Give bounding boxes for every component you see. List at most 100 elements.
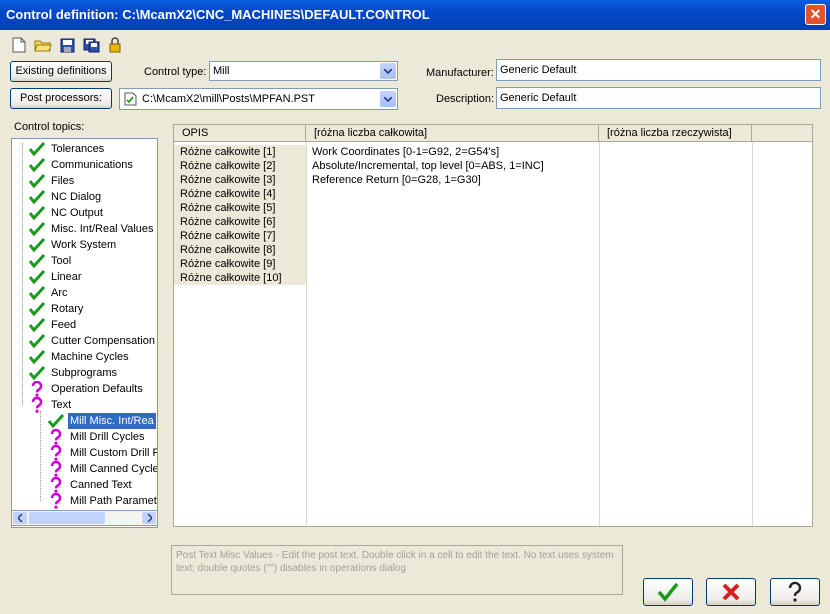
question-icon (48, 428, 64, 445)
tree-item-label: NC Dialog (51, 191, 102, 203)
save-as-icon[interactable] (82, 36, 100, 54)
question-icon (48, 476, 64, 493)
grid-header-description[interactable]: OPIS (174, 125, 306, 142)
grid-header-integer[interactable]: [różna liczba całkowita] (306, 125, 599, 142)
tree-connector (22, 143, 23, 405)
control-type-value: Mill (213, 65, 230, 77)
tree-item-label: Subprograms (51, 367, 118, 379)
control-topics-tree[interactable]: Tolerances Communications Files NC Dialog NC… (11, 138, 158, 528)
check-icon (28, 189, 46, 205)
post-path-value: C:\McamX2\mill\Posts\MPFAN.PST (142, 93, 315, 105)
help-button[interactable] (770, 578, 820, 606)
checkmark-icon (657, 582, 679, 602)
description-field[interactable]: Generic Default (496, 87, 821, 109)
control-topics-label: Control topics: (14, 121, 85, 133)
window-title: Control definition: C:\McamX2\CNC_MACHIN… (6, 7, 430, 22)
post-processors-button[interactable]: Post processors: (10, 88, 112, 109)
check-icon (28, 269, 46, 285)
scroll-thumb[interactable] (29, 512, 105, 524)
grid-row-label[interactable]: Różne całkowite [9] (174, 257, 306, 271)
check-icon (28, 301, 46, 317)
tree-item-label: Canned Text (70, 479, 132, 491)
grid-cell[interactable]: Reference Return [0=G28, 1=G30] (312, 173, 481, 187)
check-icon (28, 173, 46, 189)
check-icon (28, 285, 46, 301)
tree-item-label: Communications (51, 159, 133, 171)
title-bar: Control definition: C:\McamX2\CNC_MACHIN… (0, 0, 830, 30)
check-icon (28, 365, 46, 381)
tree-item-label: Mill Canned Cycle (70, 463, 158, 475)
grid-row-label[interactable]: Różne całkowite [1] (174, 145, 306, 159)
question-icon (48, 444, 64, 461)
document-check-icon (124, 92, 137, 113)
tree-item-label: Work System (51, 239, 117, 251)
check-icon (28, 237, 46, 253)
grid-row-label[interactable]: Różne całkowite [10] (174, 271, 306, 285)
check-icon (28, 349, 46, 365)
check-icon (28, 317, 46, 333)
grid-header-empty (752, 125, 812, 142)
chevron-right-icon (146, 514, 152, 522)
tree-item-label: Linear (51, 271, 82, 283)
chevron-left-icon (17, 514, 23, 522)
question-icon (788, 581, 802, 602)
grid-divider (752, 142, 753, 526)
grid-cell[interactable]: Absolute/Incremental, top level [0=ABS, … (312, 159, 544, 173)
scroll-right-button[interactable] (142, 512, 156, 524)
tree-horizontal-scrollbar[interactable] (11, 510, 158, 526)
chevron-down-icon[interactable] (380, 91, 396, 107)
tree-item-label: Text (51, 399, 72, 411)
grid-divider (599, 142, 600, 526)
grid-row-label[interactable]: Różne całkowite [6] (174, 215, 306, 229)
new-file-icon[interactable] (10, 36, 28, 54)
tree-item-label: Files (51, 175, 75, 187)
question-icon (29, 396, 45, 413)
grid-row-label[interactable]: Różne całkowite [7] (174, 229, 306, 243)
tree-item-label: Mill Custom Drill P (70, 447, 158, 459)
save-icon[interactable] (58, 36, 76, 54)
chevron-down-icon[interactable] (380, 63, 396, 79)
tree-item-label: Mill Drill Cycles (70, 431, 145, 443)
grid-row-label[interactable]: Różne całkowite [4] (174, 187, 306, 201)
control-type-label: Control type: (144, 66, 207, 78)
check-icon (28, 253, 46, 269)
grid-row-label[interactable]: Różne całkowite [5] (174, 201, 306, 215)
close-icon: ✕ (809, 6, 822, 22)
close-icon (722, 583, 740, 601)
grid-divider (306, 142, 307, 526)
existing-definitions-button[interactable]: Existing definitions (10, 61, 112, 82)
post-path-select[interactable]: C:\McamX2\mill\Posts\MPFAN.PST (119, 88, 398, 110)
tree-item-label: Machine Cycles (51, 351, 129, 363)
lock-icon[interactable] (106, 36, 124, 54)
ok-button[interactable] (643, 578, 693, 606)
control-definition-window: Control definition: C:\McamX2\CNC_MACHIN… (0, 0, 830, 614)
manufacturer-label: Manufacturer: (426, 67, 494, 79)
scroll-left-button[interactable] (13, 512, 27, 524)
check-icon (28, 221, 46, 237)
tree-item-label: Mill Path Paramete (70, 495, 158, 507)
tree-item-label: Rotary (51, 303, 84, 315)
check-icon (47, 413, 65, 429)
tree-item-label: Tool (51, 255, 72, 267)
open-folder-icon[interactable] (34, 36, 52, 54)
grid-row-label[interactable]: Różne całkowite [2] (174, 159, 306, 173)
grid-row-label[interactable]: Różne całkowite [3] (174, 173, 306, 187)
tree-connector (40, 411, 41, 501)
values-grid[interactable]: OPIS [różna liczba całkowita] [różna lic… (173, 124, 813, 527)
grid-row-label[interactable]: Różne całkowite [8] (174, 243, 306, 257)
cancel-button[interactable] (706, 578, 756, 606)
question-icon (48, 492, 64, 509)
tree-item-label: Feed (51, 319, 77, 331)
tree-item-label: Operation Defaults (51, 383, 143, 395)
grid-header-real[interactable]: [różna liczba rzeczywista] (599, 125, 752, 142)
check-icon (28, 157, 46, 173)
help-text-box: Post Text Misc Values - Edit the post te… (171, 545, 623, 595)
grid-cell[interactable]: Work Coordinates [0-1=G92, 2=G54's] (312, 145, 499, 159)
manufacturer-field[interactable]: Generic Default (496, 59, 821, 81)
check-icon (28, 141, 46, 157)
tree-item-label: NC Output (51, 207, 103, 219)
close-button[interactable]: ✕ (805, 4, 826, 25)
question-icon (29, 380, 45, 397)
tree-item-label: Misc. Int/Real Values (51, 223, 154, 235)
control-type-select[interactable]: Mill (209, 61, 398, 81)
